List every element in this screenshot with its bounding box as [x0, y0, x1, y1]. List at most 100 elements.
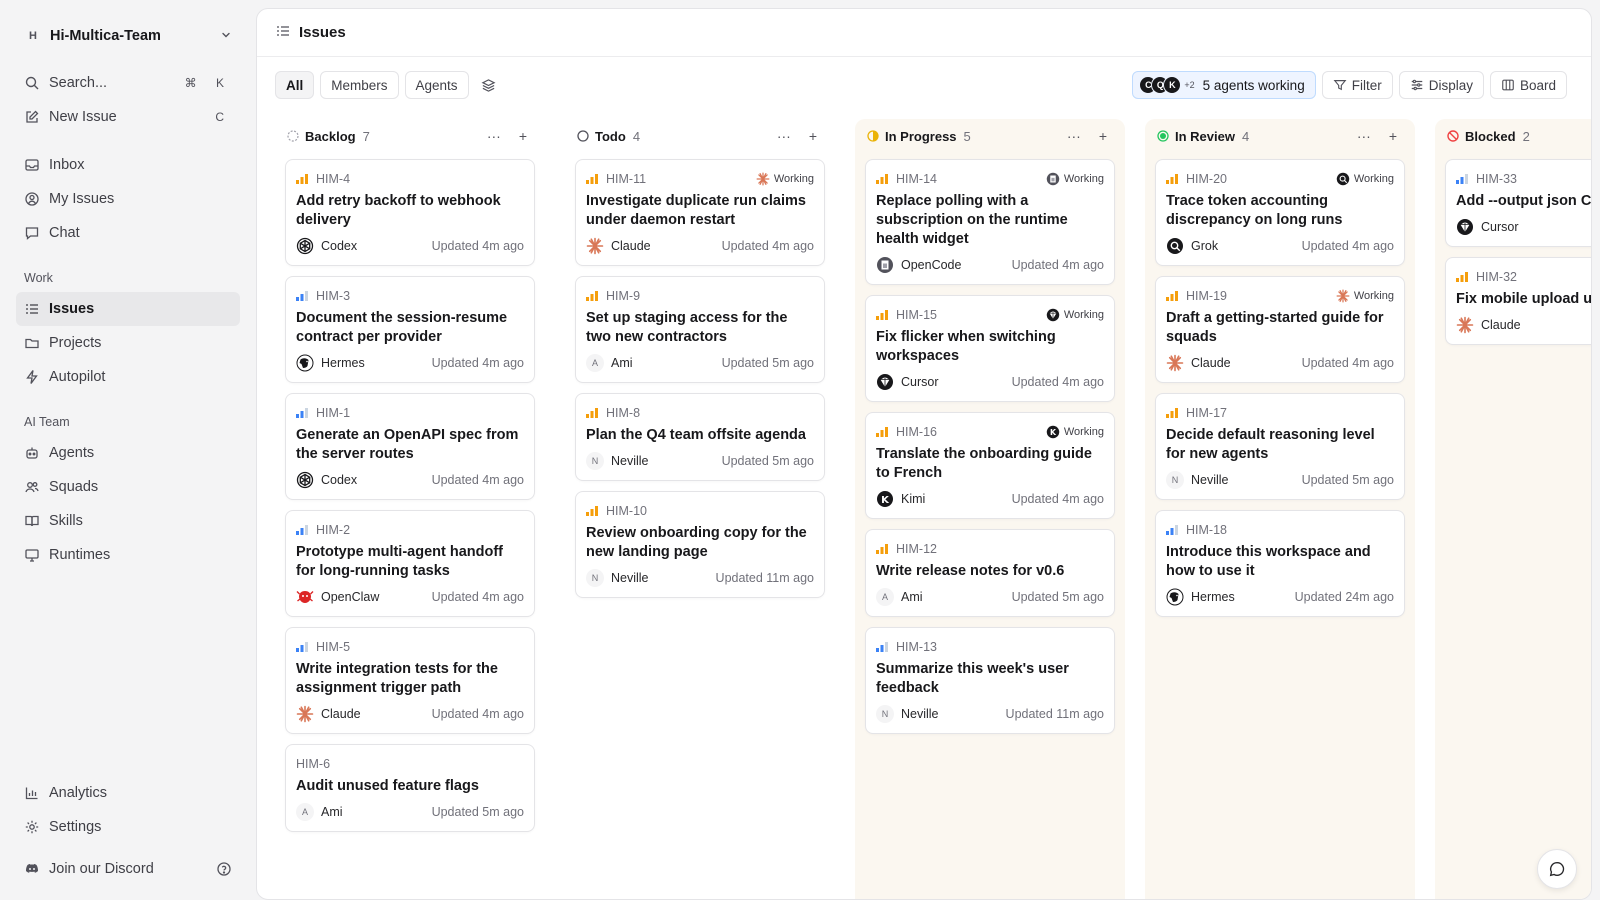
agent-more-count: +2 — [1184, 80, 1195, 90]
sidebar-item-join-our-discord[interactable]: Join our Discord — [16, 852, 240, 886]
sidebar: H Hi-Multica-Team Search... ⌘ K New Issue C… — [0, 0, 256, 900]
user-initial-avatar: N — [876, 705, 894, 723]
sidebar-item-inbox[interactable]: Inbox — [16, 148, 240, 182]
sliders-icon — [1411, 79, 1422, 91]
sidebar-item-agents[interactable]: Agents — [16, 436, 240, 470]
assignee-name: Claude — [611, 239, 651, 253]
assignee-name: Neville — [611, 454, 649, 468]
assignee-name: Cursor — [901, 375, 939, 389]
page-title: Issues — [299, 24, 346, 41]
sidebar-item-chat[interactable]: Chat — [16, 216, 240, 250]
priority-low-icon — [296, 408, 308, 418]
sidebar-item-issues[interactable]: Issues — [16, 292, 240, 326]
sidebar-item-runtimes[interactable]: Runtimes — [16, 538, 240, 572]
issue-card[interactable]: HIM-10 Review onboarding copy for the new… — [575, 491, 825, 598]
assignee-name: Hermes — [1191, 590, 1235, 604]
display-button[interactable]: Display — [1398, 71, 1484, 99]
add-issue-icon[interactable]: + — [1389, 128, 1397, 144]
issue-card[interactable]: HIM-12 Write release notes for v0.6 A Ami Up… — [865, 529, 1115, 617]
sidebar-item-label: Projects — [49, 335, 102, 351]
priority-low-icon — [296, 642, 308, 652]
issue-card[interactable]: HIM-9 Set up staging access for the two n… — [575, 276, 825, 383]
issue-card[interactable]: HIM-8 Plan the Q4 team offsite agenda N Nev… — [575, 393, 825, 481]
issue-card[interactable]: HIM-2 Prototype multi-agent handoff for l… — [285, 510, 535, 617]
filter-button[interactable]: Filter — [1321, 71, 1393, 99]
user-initial-avatar: N — [586, 569, 604, 587]
issue-card[interactable]: HIM-33 Add --output json CLI docs Cursor — [1445, 159, 1591, 247]
issue-title: Document the session-resume contract per… — [296, 310, 508, 345]
sidebar-item-label: Inbox — [49, 157, 85, 173]
column-title: In Progress — [885, 128, 957, 144]
issue-title: Investigate duplicate run claims under d… — [586, 193, 806, 228]
chat-button[interactable] — [1537, 849, 1577, 889]
issue-card[interactable]: HIM-20 Working Trace token accounting disc… — [1155, 159, 1405, 266]
issue-card[interactable]: HIM-11 Working Investigate duplicate run c… — [575, 159, 825, 266]
workspace-switcher[interactable]: H Hi-Multica-Team — [16, 14, 240, 58]
openclaw-logo-icon — [296, 588, 314, 606]
issue-card[interactable]: HIM-13 Summarize this week's user feedbac… — [865, 627, 1115, 734]
assignee-name: OpenClaw — [321, 590, 380, 604]
updated-timestamp: Updated 4m ago — [431, 707, 524, 721]
issue-title: Review onboarding copy for the new landi… — [586, 525, 807, 560]
board-view-button[interactable]: Board — [1489, 71, 1567, 99]
agents-working-button[interactable]: C Q K +2 5 agents working — [1132, 71, 1316, 99]
issue-id: HIM-5 — [316, 640, 351, 654]
add-issue-icon[interactable]: + — [1099, 128, 1107, 144]
sidebar-item-skills[interactable]: Skills — [16, 504, 240, 538]
book-icon — [24, 513, 40, 529]
help-icon[interactable] — [216, 861, 232, 877]
priority-high-icon — [876, 544, 888, 554]
sidebar-item-label: Issues — [49, 301, 95, 317]
issue-card[interactable]: HIM-15 Working Fix flicker when switching … — [865, 295, 1115, 402]
kimi-logo-icon: K — [876, 490, 894, 508]
more-options-icon[interactable]: ··· — [777, 128, 791, 144]
priority-high-icon — [586, 506, 598, 516]
filter-icon — [1333, 80, 1347, 91]
more-options-icon[interactable]: ··· — [1067, 128, 1081, 144]
sidebar-item-my-issues[interactable]: My Issues — [16, 182, 240, 216]
add-issue-icon[interactable]: + — [519, 128, 527, 144]
more-options-icon[interactable]: ··· — [1357, 128, 1371, 144]
status-blocked-icon — [1447, 130, 1465, 142]
issue-card[interactable]: HIM-6 Audit unused feature flags A Ami Updat… — [285, 744, 535, 832]
assignee-name: Claude — [1481, 318, 1521, 332]
issue-card[interactable]: HIM-14 Working Replace polling with a subs… — [865, 159, 1115, 285]
sidebar-item-analytics[interactable]: Analytics — [16, 776, 240, 810]
issue-id: HIM-12 — [896, 542, 937, 556]
assignee-name: Grok — [1191, 239, 1219, 253]
updated-timestamp: Updated 24m ago — [1294, 590, 1394, 604]
column-title: Backlog — [305, 128, 356, 144]
sidebar-item-squads[interactable]: Squads — [16, 470, 240, 504]
issue-card[interactable]: HIM-5 Write integration tests for the ass… — [285, 627, 535, 734]
issue-card[interactable]: HIM-4 Add retry backoff to webhook delive… — [285, 159, 535, 266]
sidebar-item-label: Chat — [49, 225, 80, 241]
svg-text:K: K — [881, 495, 890, 506]
issue-card[interactable]: HIM-19 Working Draft a getting-started gui… — [1155, 276, 1405, 383]
issue-card[interactable]: HIM-32 Fix mobile upload updating Claude — [1445, 257, 1591, 345]
priority-low-icon — [1166, 525, 1178, 535]
sidebar-item-autopilot[interactable]: Autopilot — [16, 360, 240, 394]
updated-timestamp: Updated 4m ago — [1301, 356, 1394, 370]
sidebar-item-settings[interactable]: Settings — [16, 810, 240, 844]
sidebar-item-new-issue[interactable]: New Issue C — [16, 100, 240, 134]
add-issue-icon[interactable]: + — [809, 128, 817, 144]
issue-card[interactable]: HIM-3 Document the session-resume contrac… — [285, 276, 535, 383]
layers-button[interactable] — [474, 71, 503, 99]
column-inprogress: In Progress 5 ··· + HIM-14 Working Replace pol… — [855, 119, 1125, 899]
issue-card[interactable]: HIM-16 K Working Translate the onboarding g… — [865, 412, 1115, 519]
issue-card[interactable]: HIM-18 Introduce this workspace and how t… — [1155, 510, 1405, 617]
more-options-icon[interactable]: ··· — [487, 128, 501, 144]
opencode-logo-icon — [1046, 172, 1060, 186]
codex-logo-icon — [296, 237, 314, 255]
filter-tab-members[interactable]: Members — [320, 71, 399, 99]
issue-card[interactable]: HIM-17 Decide default reasoning level for… — [1155, 393, 1405, 500]
status-todo-icon — [577, 130, 595, 142]
kimi-logo-icon: K — [1046, 425, 1060, 439]
filter-tab-all[interactable]: All — [275, 71, 315, 99]
issue-card[interactable]: HIM-1 Generate an OpenAPI spec from the s… — [285, 393, 535, 500]
filter-tab-agents[interactable]: Agents — [404, 71, 469, 99]
sidebar-item-search[interactable]: Search... ⌘ K — [16, 66, 240, 100]
sidebar-item-projects[interactable]: Projects — [16, 326, 240, 360]
working-label: Working — [1063, 173, 1104, 185]
list-icon — [24, 301, 40, 317]
